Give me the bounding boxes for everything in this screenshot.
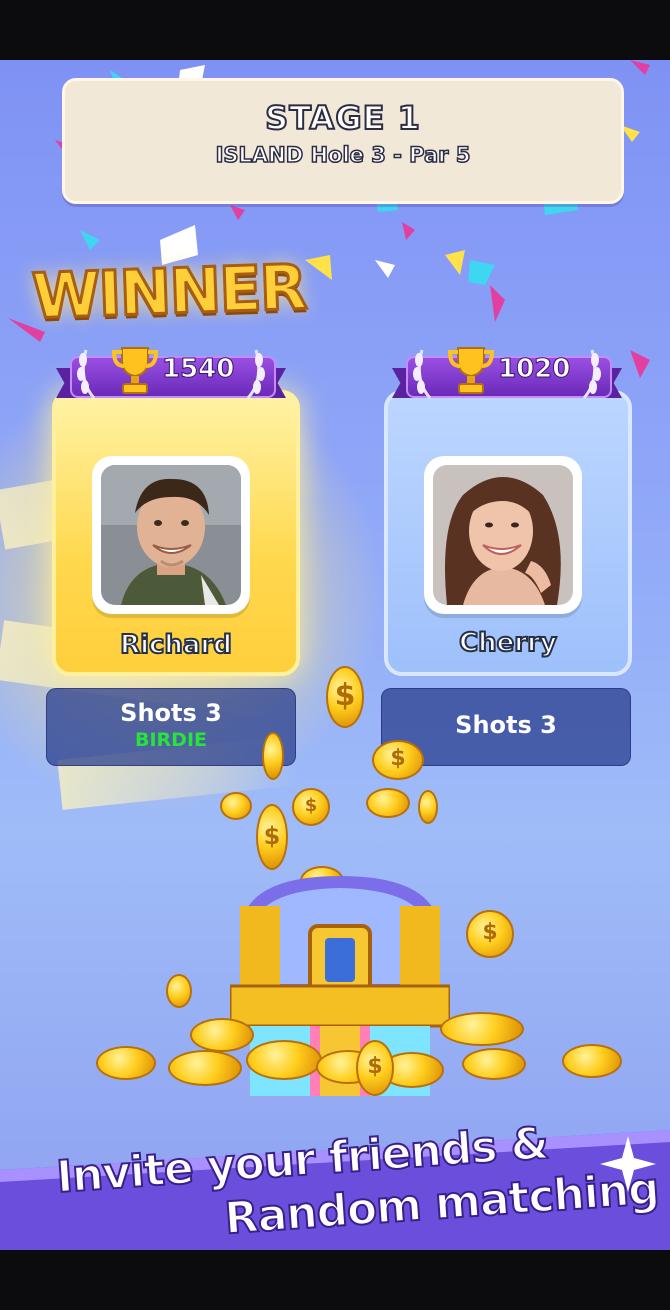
player-card-winner: Richard xyxy=(52,390,300,676)
coin-icon: $ xyxy=(356,1040,394,1096)
coin-icon xyxy=(562,1044,622,1078)
trophy-icon xyxy=(448,347,494,394)
player-card-opponent: Cherry xyxy=(384,390,632,676)
player-name: Richard xyxy=(119,629,233,661)
game-screen: STAGE 1 ISLAND Hole 3 - Par 5 WINNER Ric… xyxy=(0,60,670,1250)
coin-icon xyxy=(462,1048,526,1080)
shots-panel-winner: Shots 3 BIRDIE xyxy=(46,688,296,766)
coin-icon xyxy=(246,1040,322,1080)
player-score: 1020 xyxy=(497,354,571,385)
shots-count: Shots 3 xyxy=(455,711,557,739)
laurel-icon xyxy=(582,349,601,399)
player-photo-cherry xyxy=(433,465,573,605)
trophy-icon xyxy=(112,347,158,394)
coin-icon xyxy=(168,1050,242,1086)
coin-icon xyxy=(366,788,410,818)
coin-icon: $ xyxy=(292,788,330,826)
stage-subtitle: ISLAND Hole 3 - Par 5 xyxy=(215,142,471,168)
stage-title: STAGE 1 xyxy=(264,98,421,138)
player-score: 1540 xyxy=(161,354,235,385)
coin-icon xyxy=(190,1018,254,1052)
device-frame: STAGE 1 ISLAND Hole 3 - Par 5 WINNER Ric… xyxy=(0,0,670,1310)
laurel-icon xyxy=(413,349,432,399)
avatar xyxy=(92,456,250,614)
shots-count: Shots 3 xyxy=(120,699,222,727)
coin-icon: $ xyxy=(256,804,288,870)
avatar xyxy=(424,456,582,614)
player-name: Cherry xyxy=(458,627,558,659)
coin-icon xyxy=(418,790,438,824)
shot-result: BIRDIE xyxy=(134,729,207,751)
coin-icon: $ xyxy=(326,666,364,728)
stage-banner: STAGE 1 ISLAND Hole 3 - Par 5 xyxy=(62,78,624,204)
coin-icon xyxy=(96,1046,156,1080)
laurel-icon xyxy=(77,349,96,399)
coin-icon xyxy=(440,1012,524,1046)
coin-icon xyxy=(166,974,192,1008)
coin-icon: $ xyxy=(466,910,514,958)
player-photo-richard xyxy=(101,465,241,605)
score-ribbon: 1020 xyxy=(392,344,622,400)
coin-icon: $ xyxy=(372,740,424,780)
laurel-icon xyxy=(246,349,265,399)
coin-icon xyxy=(220,792,252,820)
score-ribbon: 1540 xyxy=(56,344,286,400)
coin-icon xyxy=(262,732,284,780)
winner-label: WINNER xyxy=(29,249,308,334)
